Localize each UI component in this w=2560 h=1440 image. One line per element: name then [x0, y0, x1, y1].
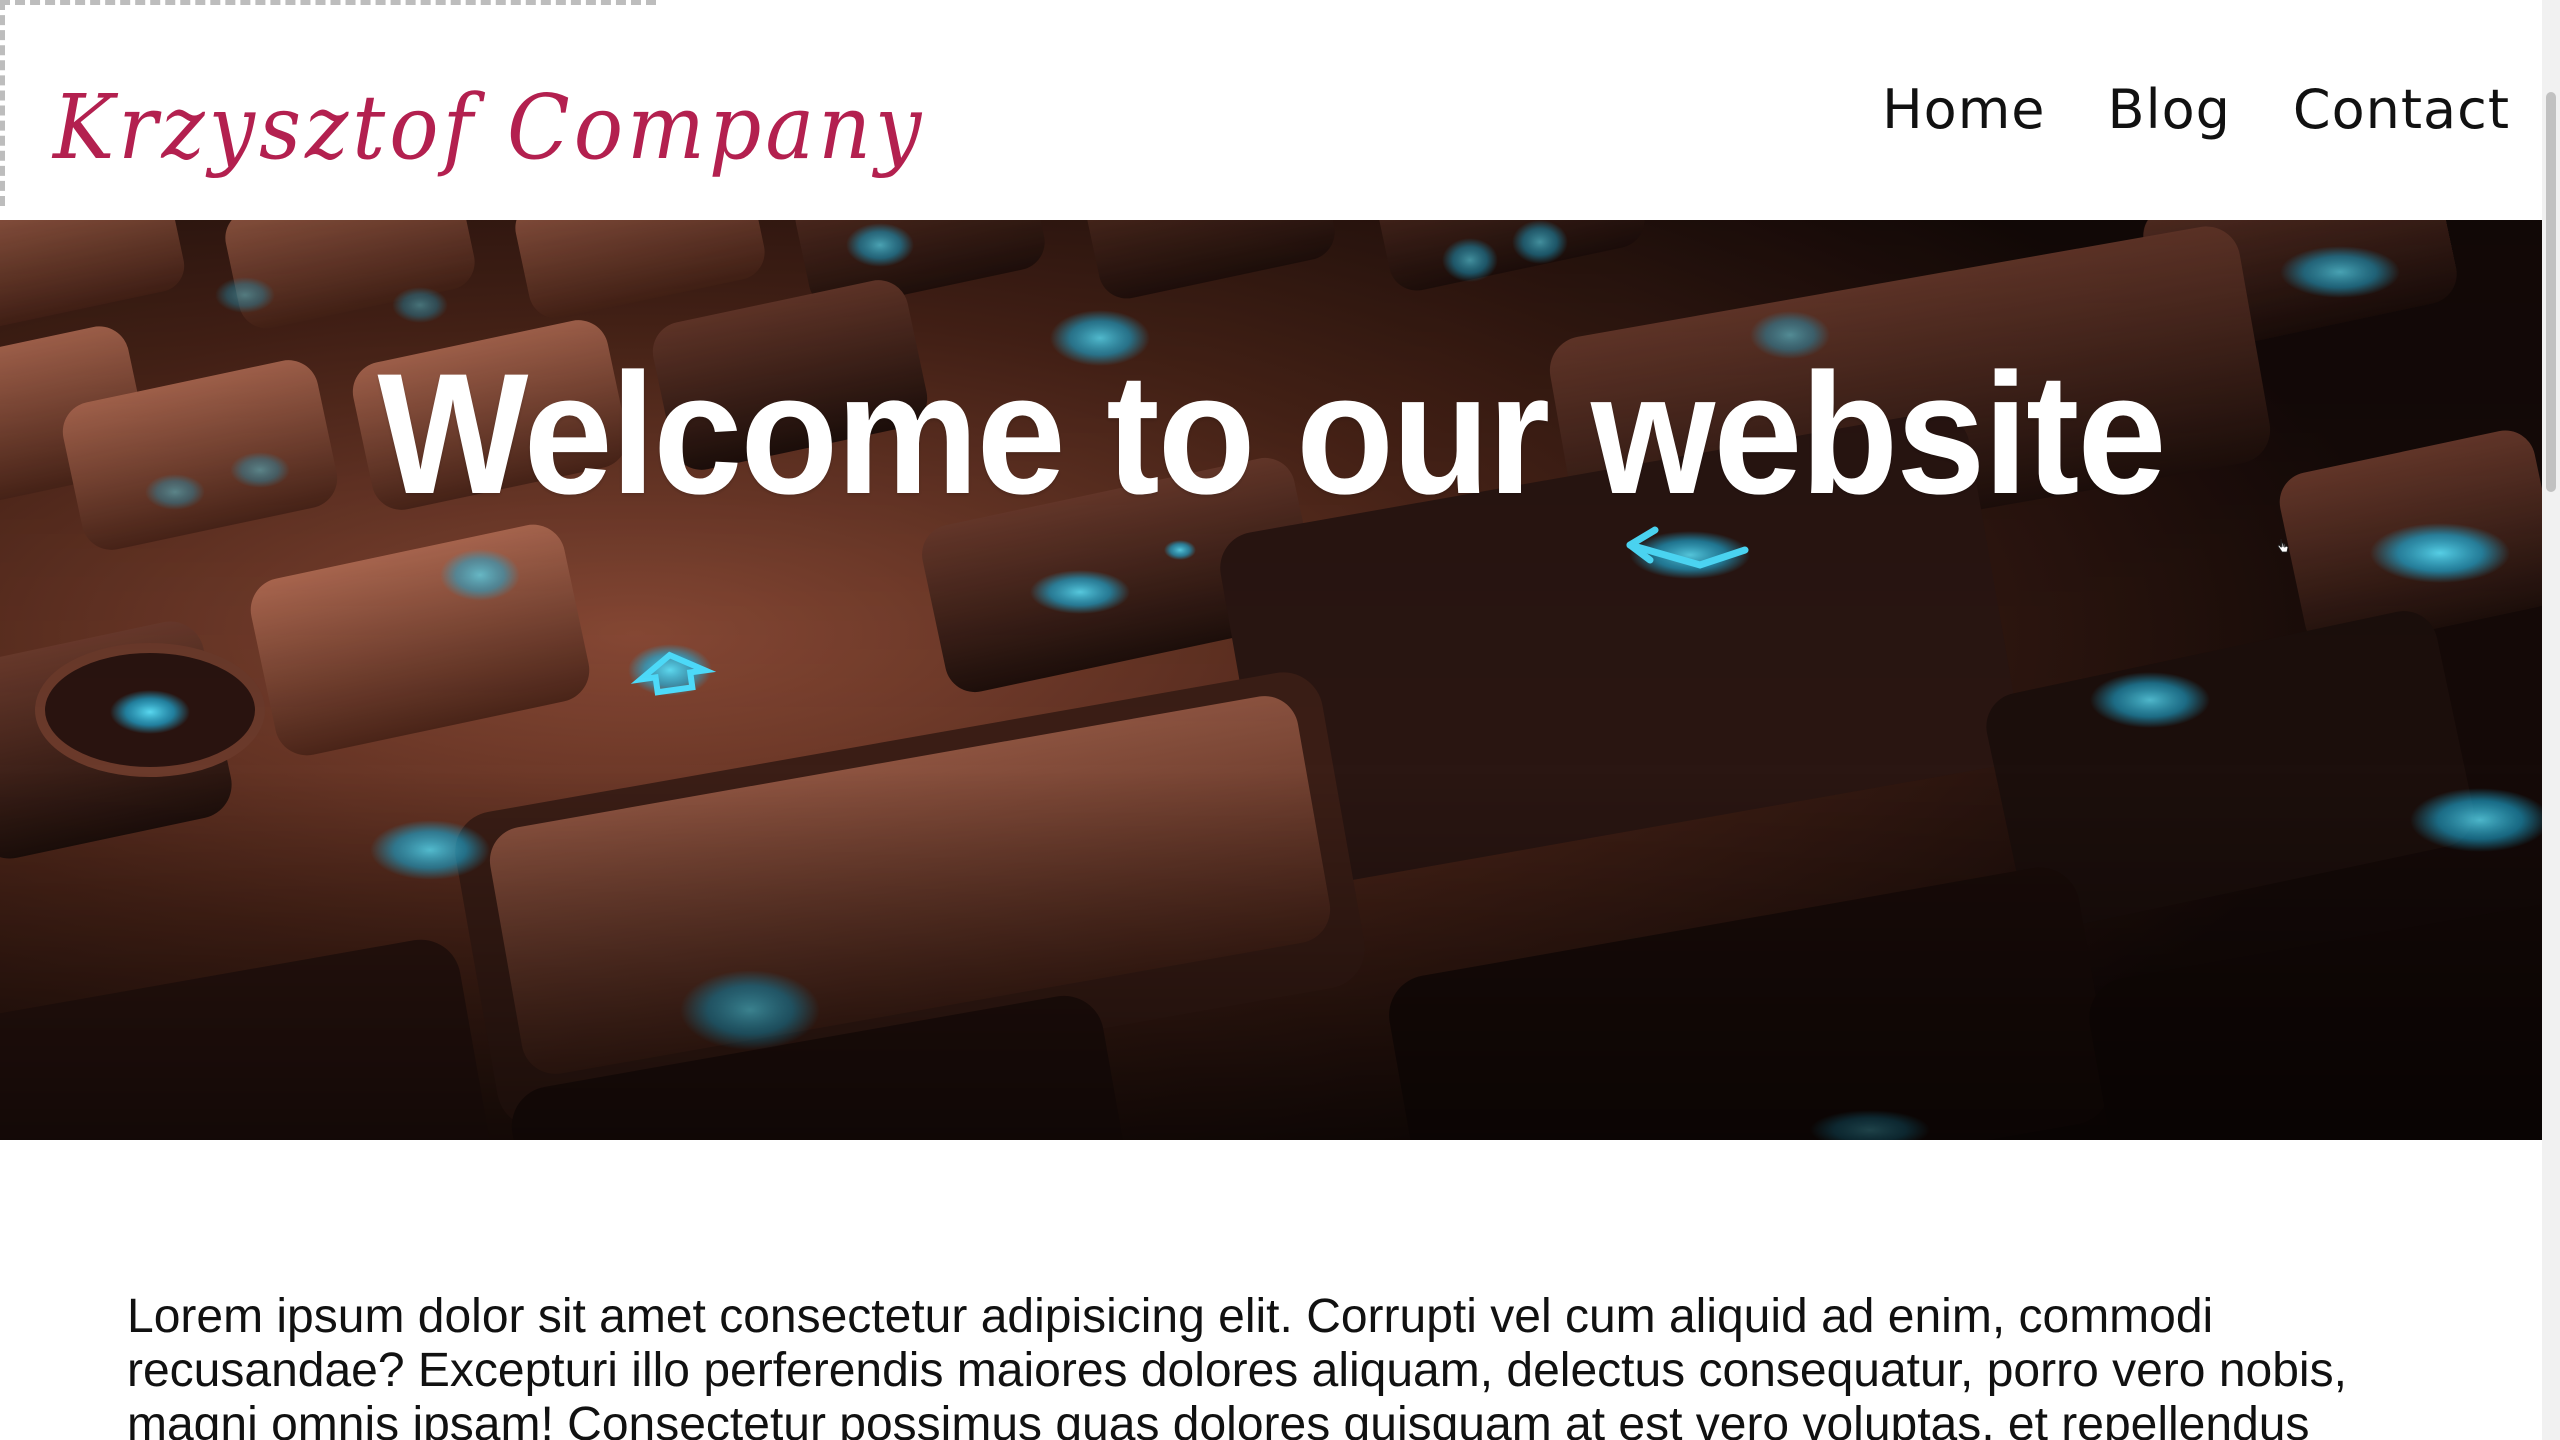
scrollbar-thumb[interactable] — [2546, 92, 2556, 492]
main-nav: Home Blog Contact — [1882, 78, 2510, 141]
hero-title: Welcome to our website — [377, 338, 2166, 530]
intro-paragraph: Lorem ipsum dolor sit amet consectetur a… — [127, 1290, 2347, 1440]
main-content: Lorem ipsum dolor sit amet consectetur a… — [127, 1290, 2407, 1440]
site-header: Krzysztof Company Home Blog Contact — [0, 0, 2542, 220]
nav-blog-link[interactable]: Blog — [2108, 78, 2231, 141]
nav-contact-link[interactable]: Contact — [2293, 78, 2510, 141]
hero-banner: Welcome to our website — [0, 220, 2542, 1140]
cursor-icon — [2277, 538, 2289, 553]
logo-container[interactable]: Krzysztof Company — [0, 0, 921, 206]
site-logo[interactable]: Krzysztof Company — [53, 77, 925, 180]
nav-home-link[interactable]: Home — [1882, 78, 2045, 141]
page: Krzysztof Company Home Blog Contact Welc… — [0, 0, 2560, 1440]
page-scrollbar[interactable] — [2542, 0, 2560, 1440]
